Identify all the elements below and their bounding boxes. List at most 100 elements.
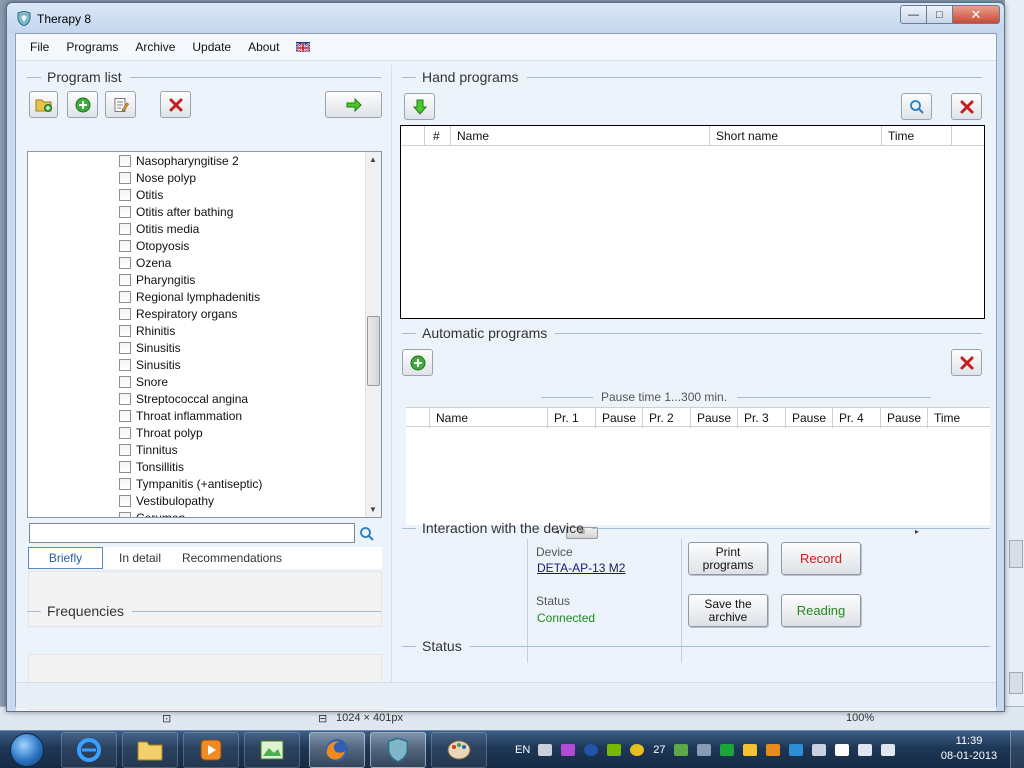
list-item[interactable]: Tonsillitis — [119, 458, 184, 475]
tray-disc-icon[interactable] — [630, 744, 645, 756]
tray-green-icon[interactable] — [719, 744, 734, 756]
program-list[interactable]: Nasopharyngitise 2 Nose polyp Otitis Otitis… — [27, 151, 382, 518]
program-checkbox[interactable] — [119, 426, 131, 439]
col-auto-name[interactable]: Name — [430, 408, 548, 428]
title-bar[interactable]: Therapy 8 — □ ✕ — [7, 3, 1004, 33]
program-checkbox[interactable] — [119, 256, 131, 269]
program-checkbox[interactable] — [119, 188, 131, 201]
menu-file[interactable]: File — [30, 40, 49, 54]
list-item[interactable]: Sinusitis — [119, 356, 181, 373]
program-checkbox[interactable] — [119, 460, 131, 473]
col-pause4[interactable]: Pause — [881, 408, 928, 428]
list-item[interactable]: Otitis after bathing — [119, 203, 233, 220]
col-pr3[interactable]: Pr. 3 — [738, 408, 786, 428]
list-item[interactable]: Otitis — [119, 186, 163, 203]
list-item[interactable]: Sinusitis — [119, 339, 181, 356]
tray-shield-icon[interactable] — [584, 744, 599, 756]
program-checkbox[interactable] — [119, 477, 131, 490]
keyboard-icon[interactable] — [538, 744, 553, 756]
program-checkbox[interactable] — [119, 511, 131, 517]
tab-briefly[interactable]: Briefly — [28, 547, 103, 569]
list-item[interactable]: Ozena — [119, 254, 171, 271]
list-item[interactable]: Snore — [119, 373, 168, 390]
hand-search-button[interactable] — [901, 93, 932, 120]
tray-check-icon[interactable] — [673, 744, 688, 756]
hand-programs-table[interactable]: # Name Short name Time — [400, 125, 985, 319]
list-item[interactable]: Otitis media — [119, 220, 199, 237]
program-checkbox[interactable] — [119, 154, 131, 167]
program-checkbox[interactable] — [119, 494, 131, 507]
taskbar-explorer[interactable] — [122, 732, 178, 768]
tray-plane-icon[interactable] — [811, 744, 826, 756]
tray-network-icon[interactable] — [788, 744, 803, 756]
col-pr4[interactable]: Pr. 4 — [833, 408, 881, 428]
program-checkbox[interactable] — [119, 290, 131, 303]
list-item[interactable]: Rhinitis — [119, 322, 175, 339]
program-checkbox[interactable] — [119, 341, 131, 354]
tray-package-icon[interactable] — [765, 744, 780, 756]
taskbar-internet-explorer[interactable] — [61, 732, 117, 768]
program-list-scrollbar[interactable]: ▲ ▼ — [365, 152, 381, 517]
list-item[interactable]: Nasopharyngitise 2 — [119, 152, 239, 169]
list-item[interactable]: Throat polyp — [119, 424, 203, 441]
program-checkbox[interactable] — [119, 307, 131, 320]
menu-update[interactable]: Update — [192, 40, 231, 54]
list-item[interactable]: Nose polyp — [119, 169, 196, 186]
edit-program-button[interactable] — [105, 91, 136, 118]
tab-in-detail[interactable]: In detail — [114, 547, 166, 569]
program-checkbox[interactable] — [119, 222, 131, 235]
col-number[interactable]: # — [425, 126, 451, 146]
tray-app-icon[interactable] — [561, 744, 576, 756]
program-checkbox[interactable] — [119, 273, 131, 286]
taskbar-firefox[interactable] — [309, 732, 365, 768]
automatic-delete-button[interactable] — [951, 349, 982, 376]
minimize-button[interactable]: — — [900, 5, 927, 24]
language-flag-icon[interactable] — [296, 42, 311, 52]
reading-button[interactable]: Reading — [781, 594, 861, 627]
maximize-button[interactable]: □ — [927, 5, 953, 24]
nvidia-icon[interactable] — [607, 744, 622, 756]
volume-icon[interactable] — [880, 744, 895, 756]
tray-arrows-icon[interactable] — [742, 744, 757, 756]
col-auto-time[interactable]: Time — [928, 408, 990, 428]
hand-delete-button[interactable] — [951, 93, 982, 120]
print-programs-button[interactable]: Print programs — [688, 542, 768, 575]
col-pr2[interactable]: Pr. 2 — [643, 408, 691, 428]
program-checkbox[interactable] — [119, 171, 131, 184]
list-item[interactable]: Pharyngitis — [119, 271, 195, 288]
program-checkbox[interactable] — [119, 358, 131, 371]
taskbar-clock[interactable]: 11:39 08-01-2013 — [934, 734, 1004, 764]
record-button[interactable]: Record — [781, 542, 861, 575]
list-item[interactable]: Respiratory organs — [119, 305, 237, 322]
col-pause2[interactable]: Pause — [691, 408, 738, 428]
menu-about[interactable]: About — [248, 40, 279, 54]
tab-recommendations[interactable]: Recommendations — [180, 547, 284, 569]
language-indicator[interactable]: EN — [515, 744, 530, 756]
program-checkbox[interactable] — [119, 324, 131, 337]
list-item[interactable]: Otopyosis — [119, 237, 189, 254]
automatic-programs-table[interactable]: Name Pr. 1 Pause Pr. 2 Pause Pr. 3 Pause… — [406, 407, 990, 525]
menu-archive[interactable]: Archive — [135, 40, 175, 54]
list-item[interactable]: Streptococcal angina — [119, 390, 248, 407]
list-item[interactable]: Tympanitis (+antiseptic) — [119, 475, 262, 492]
search-icon[interactable] — [359, 526, 375, 542]
delete-program-button[interactable] — [160, 91, 191, 118]
scroll-up-icon[interactable]: ▲ — [369, 155, 377, 164]
open-folder-button[interactable] — [29, 91, 58, 118]
scroll-down-icon[interactable]: ▼ — [369, 505, 377, 514]
col-pause1[interactable]: Pause — [596, 408, 643, 428]
menu-programs[interactable]: Programs — [66, 40, 118, 54]
taskbar-media-player[interactable] — [183, 732, 239, 768]
close-window-button[interactable]: ✕ — [953, 5, 1000, 24]
col-name[interactable]: Name — [451, 126, 710, 146]
add-automatic-button[interactable] — [402, 349, 433, 376]
tray-tools-icon[interactable] — [696, 744, 711, 756]
program-checkbox[interactable] — [119, 239, 131, 252]
start-button[interactable] — [2, 732, 52, 768]
taskbar-paint[interactable] — [431, 732, 487, 768]
list-item[interactable]: Vestibulopathy — [119, 492, 214, 509]
network-icon[interactable] — [857, 744, 872, 756]
col-time[interactable]: Time — [882, 126, 952, 146]
add-program-button[interactable] — [67, 91, 98, 118]
program-checkbox[interactable] — [119, 392, 131, 405]
